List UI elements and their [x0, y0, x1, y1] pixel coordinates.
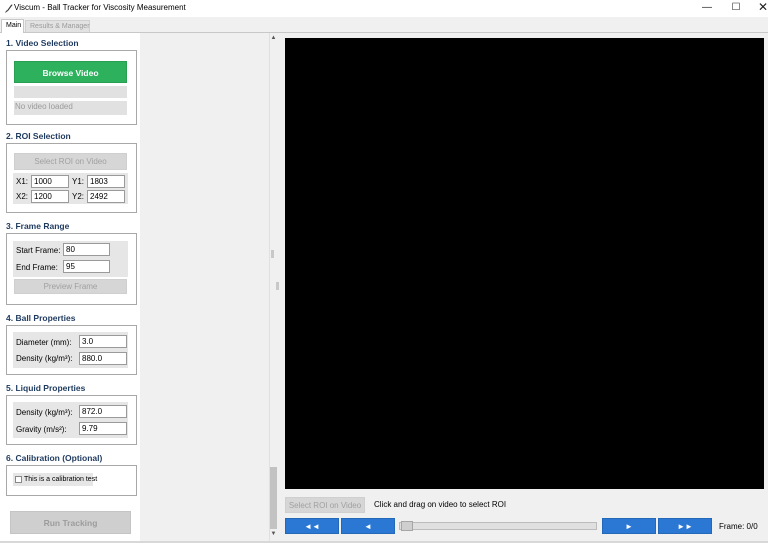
- maximize-button[interactable]: ☐: [721, 0, 751, 17]
- gravity-field[interactable]: 9.79: [79, 422, 127, 435]
- liquid-density-field[interactable]: 872.0: [79, 405, 127, 418]
- section-title-ball-properties: 4. Ball Properties: [6, 313, 76, 323]
- run-tracking-button[interactable]: Run Tracking: [10, 511, 131, 534]
- section-title-video-selection: 1. Video Selection: [6, 38, 79, 48]
- frame-counter: Frame: 0/0: [719, 522, 758, 531]
- end-frame-label: End Frame:: [16, 263, 58, 272]
- y2-label: Y2:: [72, 192, 85, 201]
- x2-field[interactable]: 1200: [31, 190, 69, 203]
- y1-field[interactable]: 1803: [87, 175, 125, 188]
- ball-diameter-field[interactable]: 3.0: [79, 335, 127, 348]
- ball-density-field[interactable]: 880.0: [79, 352, 127, 365]
- scrollbar-thumb[interactable]: [270, 467, 277, 529]
- browse-video-button[interactable]: Browse Video: [14, 61, 127, 83]
- y1-label: Y1:: [72, 177, 85, 186]
- calibration-checkbox-label[interactable]: This is a calibration test: [24, 476, 97, 483]
- calibration-checkbox[interactable]: [15, 476, 22, 483]
- tab-main[interactable]: Main: [1, 19, 24, 33]
- video-canvas[interactable]: [285, 38, 764, 489]
- pane-divider-grip[interactable]: [271, 250, 274, 258]
- gravity-label: Gravity (m/s²):: [16, 425, 67, 434]
- start-frame-field[interactable]: 80: [63, 243, 110, 256]
- select-roi-video-button[interactable]: Select ROI on Video: [285, 497, 365, 513]
- panel-gap: [140, 33, 269, 541]
- video-path-bar: [14, 86, 127, 98]
- pane-sash-grip[interactable]: [276, 282, 279, 290]
- roi-hint-text: Click and drag on video to select ROI: [374, 500, 507, 509]
- x1-field[interactable]: 1000: [31, 175, 69, 188]
- minimize-button[interactable]: —: [692, 0, 722, 17]
- ball-density-label: Density (kg/m³):: [16, 354, 73, 363]
- feather-icon: [5, 4, 13, 13]
- close-button[interactable]: ✕: [748, 0, 768, 17]
- next-frame-button[interactable]: ►: [602, 518, 656, 534]
- scroll-up-arrow-icon[interactable]: ▲: [269, 34, 278, 42]
- section-title-calibration: 6. Calibration (Optional): [6, 453, 103, 463]
- section-title-roi-selection: 2. ROI Selection: [6, 131, 71, 141]
- ball-diameter-label: Diameter (mm):: [16, 338, 72, 347]
- section-title-frame-range: 3. Frame Range: [6, 221, 70, 231]
- preview-frame-button[interactable]: Preview Frame: [14, 279, 127, 294]
- liquid-density-label: Density (kg/m³):: [16, 408, 73, 417]
- x1-label: X1:: [16, 177, 29, 186]
- end-frame-field[interactable]: 95: [63, 260, 110, 273]
- x2-label: X2:: [16, 192, 29, 201]
- y2-field[interactable]: 2492: [87, 190, 125, 203]
- first-frame-button[interactable]: ◄◄: [285, 518, 339, 534]
- scroll-down-arrow-icon[interactable]: ▼: [269, 530, 278, 538]
- start-frame-label: Start Frame:: [16, 246, 61, 255]
- frame-slider-thumb[interactable]: [401, 521, 413, 531]
- frame-slider[interactable]: [399, 522, 597, 530]
- video-status-text: No video loaded: [15, 102, 73, 111]
- section-title-liquid-properties: 5. Liquid Properties: [6, 383, 86, 393]
- notebook-tabs: Main Results & Manager: [0, 17, 768, 33]
- prev-frame-button[interactable]: ◄: [341, 518, 395, 534]
- window-title: Viscum - Ball Tracker for Viscosity Meas…: [14, 3, 186, 12]
- select-roi-button[interactable]: Select ROI on Video: [14, 153, 127, 170]
- last-frame-button[interactable]: ►►: [658, 518, 712, 534]
- title-bar: Viscum - Ball Tracker for Viscosity Meas…: [0, 0, 768, 17]
